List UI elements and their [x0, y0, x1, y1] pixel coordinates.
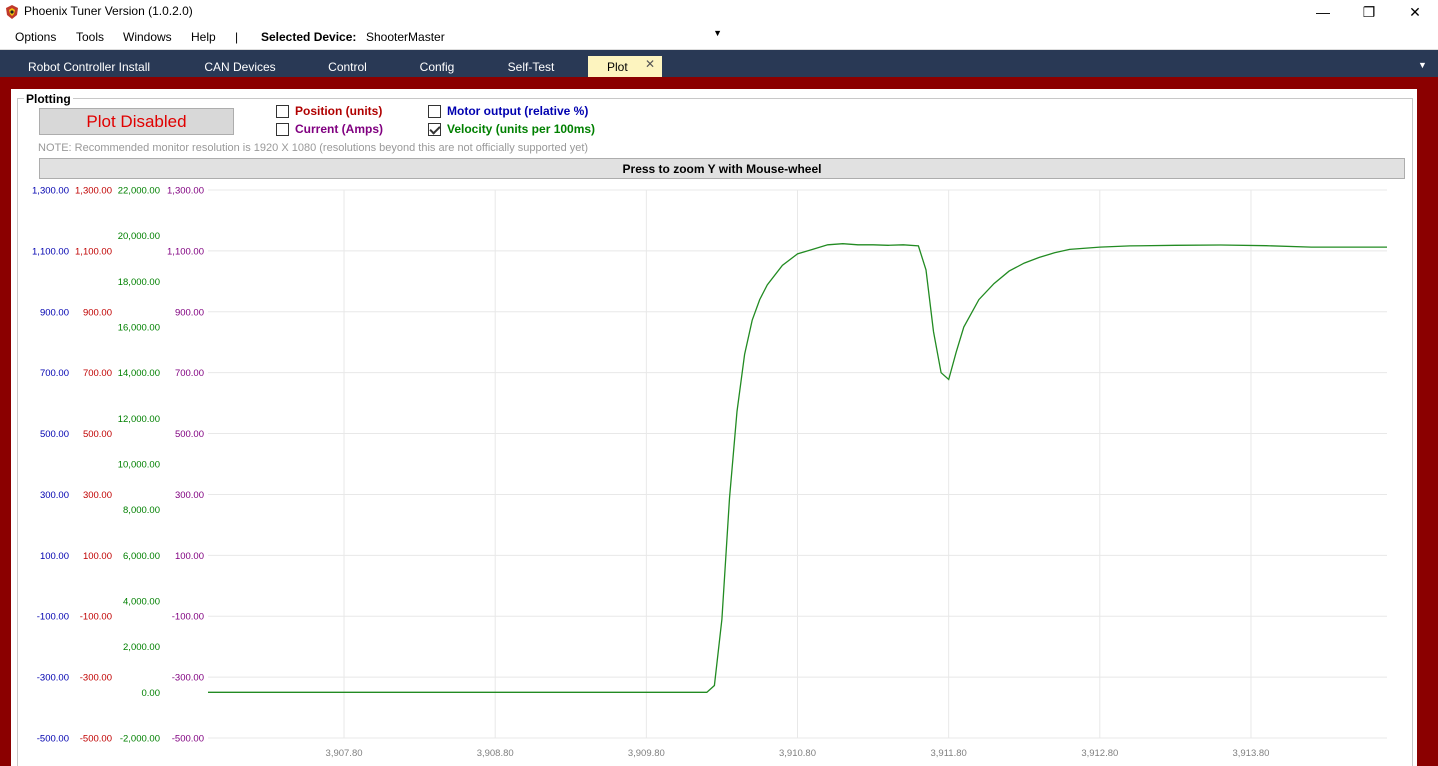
selected-device-dropdown[interactable]: ShooterMaster ▼: [360, 27, 728, 47]
y-tick-label-motor_output: 700.00: [40, 368, 69, 379]
y-tick-label-current: 100.00: [175, 551, 204, 562]
close-button[interactable]: ✕: [1392, 0, 1438, 24]
motor-output-checkbox-label: Motor output (relative %): [447, 104, 589, 118]
title-bar: Phoenix Tuner Version (1.0.2.0) — ❐ ✕: [0, 0, 1438, 24]
y-tick-label-position: -100.00: [80, 612, 112, 623]
position-checkbox[interactable]: Position (units): [276, 104, 382, 118]
resolution-note: NOTE: Recommended monitor resolution is …: [38, 142, 589, 154]
y-tick-label-velocity: 16,000.00: [118, 323, 160, 334]
velocity-checkbox[interactable]: Velocity (units per 100ms): [428, 122, 595, 136]
menu-help[interactable]: Help: [191, 30, 216, 44]
zoom-y-button[interactable]: Press to zoom Y with Mouse-wheel: [39, 158, 1405, 179]
tab-overflow-icon[interactable]: ▼: [1418, 60, 1427, 70]
y-tick-label-motor_output: 1,300.00: [32, 186, 69, 197]
current-checkbox-box[interactable]: [276, 122, 289, 136]
y-tick-label-velocity: 20,000.00: [118, 231, 160, 242]
y-tick-label-motor_output: -100.00: [37, 612, 69, 623]
y-tick-label-current: 1,300.00: [167, 186, 204, 197]
y-tick-label-motor_output: 100.00: [40, 551, 69, 562]
app-logo-icon: [6, 5, 18, 19]
x-tick-label: 3,908.80: [477, 748, 514, 759]
y-tick-label-current: -100.00: [172, 612, 204, 623]
minimize-button[interactable]: —: [1300, 0, 1346, 24]
y-tick-label-position: -300.00: [80, 673, 112, 684]
menu-tools[interactable]: Tools: [76, 30, 104, 44]
y-tick-label-motor_output: -300.00: [37, 673, 69, 684]
x-tick-label: 3,911.80: [931, 748, 967, 759]
y-tick-label-motor_output: -500.00: [37, 734, 69, 745]
window-title: Phoenix Tuner Version (1.0.2.0): [24, 4, 193, 18]
y-tick-label-current: 300.00: [175, 490, 204, 501]
position-checkbox-label: Position (units): [295, 104, 383, 118]
y-tick-label-position: 1,300.00: [75, 186, 112, 197]
y-tick-label-motor_output: 300.00: [40, 490, 69, 501]
tab-robot-controller-install[interactable]: Robot Controller Install: [18, 56, 160, 77]
tab-plot-label: Plot: [607, 59, 628, 74]
y-tick-label-velocity: 8,000.00: [123, 505, 160, 516]
plot-toggle-button[interactable]: Plot Disabled: [39, 108, 234, 135]
y-tick-label-motor_output: 1,100.00: [32, 246, 69, 257]
x-tick-label: 3,907.80: [326, 748, 363, 759]
menu-windows[interactable]: Windows: [123, 30, 172, 44]
y-tick-label-velocity: 4,000.00: [123, 597, 160, 608]
velocity-checkbox-label: Velocity (units per 100ms): [447, 122, 596, 136]
motor-output-checkbox-box[interactable]: [428, 104, 441, 118]
y-tick-label-motor_output: 500.00: [40, 429, 69, 440]
y-tick-label-current: 1,100.00: [167, 246, 204, 257]
y-tick-label-current: -300.00: [172, 673, 204, 684]
x-tick-label: 3,909.80: [628, 748, 665, 759]
maximize-button[interactable]: ❐: [1346, 0, 1392, 24]
current-checkbox[interactable]: Current (Amps): [276, 122, 383, 136]
y-tick-label-velocity: 6,000.00: [123, 551, 160, 562]
y-tick-label-velocity: 0.00: [142, 688, 161, 699]
y-tick-label-velocity: -2,000.00: [120, 734, 160, 745]
y-tick-label-position: 500.00: [83, 429, 112, 440]
y-axis-tick-labels: -500.00 -300.00 -100.00 100.00 300.00 500.00 7…: [32, 186, 204, 745]
y-tick-label-position: 100.00: [83, 551, 112, 562]
selected-device-label: Selected Device:: [261, 30, 357, 44]
y-tick-label-velocity: 10,000.00: [118, 460, 160, 471]
chevron-down-icon: ▼: [713, 28, 722, 38]
y-tick-label-velocity: 22,000.00: [118, 186, 160, 197]
y-tick-label-velocity: 12,000.00: [118, 414, 160, 425]
y-tick-label-position: -500.00: [80, 734, 112, 745]
y-tick-label-position: 300.00: [83, 490, 112, 501]
plot-chart[interactable]: -500.00 -300.00 -100.00 100.00 300.00 500.00 7…: [17, 181, 1413, 766]
x-tick-label: 3,913.80: [1232, 748, 1269, 759]
y-tick-label-current: 900.00: [175, 307, 204, 318]
y-tick-label-position: 900.00: [83, 307, 112, 318]
y-tick-label-position: 1,100.00: [75, 246, 112, 257]
menu-separator: |: [235, 30, 239, 44]
y-tick-label-current: 700.00: [175, 368, 204, 379]
y-tick-label-motor_output: 900.00: [40, 307, 69, 318]
y-tick-label-velocity: 2,000.00: [123, 642, 160, 653]
y-tick-label-position: 700.00: [83, 368, 112, 379]
position-checkbox-box[interactable]: [276, 104, 289, 118]
current-checkbox-label: Current (Amps): [295, 122, 384, 136]
velocity-checkbox-box[interactable]: [428, 122, 441, 136]
x-axis-tick-labels: 3,907.80 3,908.80 3,909.80 3,910.80 3,911.80…: [326, 748, 1270, 759]
x-tick-label: 3,910.80: [779, 748, 816, 759]
y-tick-label-current: 500.00: [175, 429, 204, 440]
grid-lines: [208, 189, 1387, 739]
x-tick-label: 3,912.80: [1081, 748, 1118, 759]
tab-can-devices[interactable]: CAN Devices: [195, 56, 285, 77]
y-tick-label-velocity: 14,000.00: [118, 368, 160, 379]
tab-close-icon[interactable]: ✕: [645, 57, 657, 75]
y-tick-label-current: -500.00: [172, 734, 204, 745]
selected-device-value: ShooterMaster: [366, 30, 445, 44]
tab-config[interactable]: Config: [408, 56, 466, 77]
plotting-group-title: Plotting: [24, 92, 73, 106]
y-tick-label-velocity: 18,000.00: [118, 277, 160, 288]
motor-output-checkbox[interactable]: Motor output (relative %): [428, 104, 588, 118]
menu-options[interactable]: Options: [15, 30, 56, 44]
tab-self-test[interactable]: Self-Test: [498, 56, 564, 77]
tab-control[interactable]: Control: [315, 56, 380, 77]
